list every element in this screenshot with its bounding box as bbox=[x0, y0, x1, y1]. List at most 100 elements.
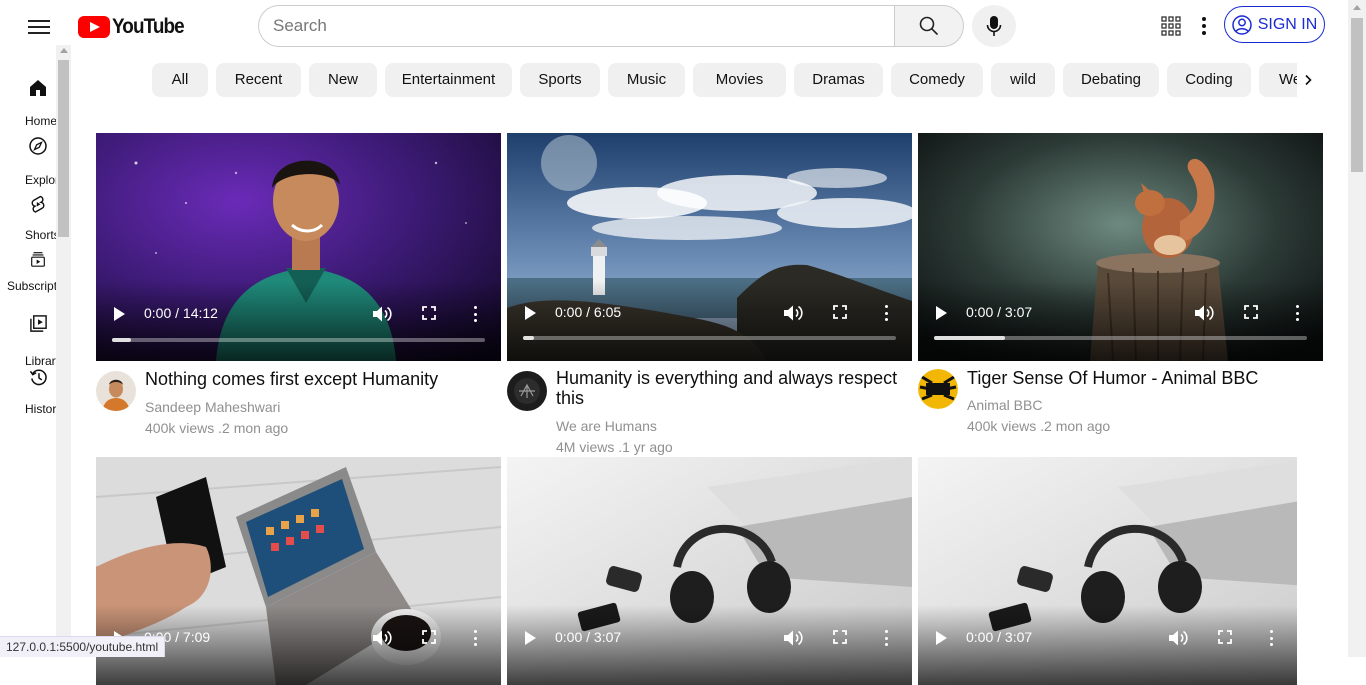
dot bbox=[885, 630, 888, 633]
play-icon[interactable] bbox=[525, 306, 536, 320]
status-bar-url: 127.0.0.1:5500/youtube.html bbox=[0, 636, 166, 657]
chip-sports[interactable]: Sports bbox=[520, 63, 600, 97]
hamburger-menu-button[interactable] bbox=[28, 16, 50, 36]
video-stats: 400k views .2 mon ago bbox=[145, 420, 289, 436]
video-time: 0:00 / 6:05 bbox=[555, 304, 622, 320]
play-icon[interactable] bbox=[114, 307, 125, 321]
fullscreen-icon[interactable] bbox=[1218, 630, 1232, 644]
volume-icon[interactable] bbox=[372, 629, 392, 647]
category-chips: All Recent New Entertainment Sports Music Movi… bbox=[152, 63, 1297, 97]
video-more-button[interactable] bbox=[885, 305, 889, 321]
video-more-button[interactable] bbox=[885, 630, 889, 646]
dot bbox=[885, 318, 888, 321]
chip-movies[interactable]: Movies bbox=[693, 63, 786, 97]
channel-name[interactable]: Animal BBC bbox=[967, 397, 1042, 413]
page-scrollbar[interactable] bbox=[1348, 0, 1366, 657]
apps-grid-button[interactable] bbox=[1160, 15, 1182, 37]
fullscreen-icon[interactable] bbox=[422, 630, 436, 644]
video-more-button[interactable] bbox=[1296, 305, 1300, 321]
dot bbox=[474, 319, 477, 322]
video-title[interactable]: Nothing comes first except Humanity bbox=[145, 369, 497, 389]
chip-recent[interactable]: Recent bbox=[216, 63, 301, 97]
fullscreen-icon[interactable] bbox=[422, 306, 436, 320]
sidebar: Home Explore Shorts Subscriptions Librar… bbox=[0, 52, 56, 657]
chip-dramas[interactable]: Dramas bbox=[794, 63, 883, 97]
chip-all[interactable]: All bbox=[152, 63, 208, 97]
dot bbox=[474, 643, 477, 646]
video-player[interactable]: 0:00 / 6:05 bbox=[507, 133, 912, 361]
volume-icon[interactable] bbox=[1168, 629, 1188, 647]
dot bbox=[1202, 17, 1206, 21]
sidebar-item-shorts[interactable]: Shorts bbox=[0, 194, 56, 246]
search-button[interactable] bbox=[894, 5, 964, 47]
progress-bar[interactable] bbox=[934, 336, 1307, 340]
play-icon[interactable] bbox=[525, 631, 536, 645]
chip-entertainment[interactable]: Entertainment bbox=[385, 63, 512, 97]
video-controls: 0:00 / 6:05 bbox=[507, 298, 912, 328]
video-player[interactable]: 0:00 / 3:07 bbox=[507, 457, 912, 685]
sidebar-item-explore[interactable]: Explore bbox=[0, 136, 56, 188]
chip-coding[interactable]: Coding bbox=[1167, 63, 1251, 97]
video-meta: Humanity is everything and always respec… bbox=[507, 361, 912, 457]
dot bbox=[474, 630, 477, 633]
sidebar-item-label: History bbox=[25, 402, 56, 416]
video-more-button[interactable] bbox=[474, 306, 478, 322]
volume-icon[interactable] bbox=[783, 304, 803, 322]
channel-avatar[interactable] bbox=[507, 371, 547, 411]
sidebar-item-library[interactable]: Library bbox=[0, 314, 56, 368]
video-more-button[interactable] bbox=[474, 630, 478, 646]
settings-more-button[interactable] bbox=[1196, 14, 1212, 38]
chevron-right-icon bbox=[1305, 74, 1312, 86]
chip-debating[interactable]: Debating bbox=[1063, 63, 1159, 97]
video-player[interactable]: 0:00 / 14:12 bbox=[96, 133, 501, 361]
video-title[interactable]: Tiger Sense Of Humor - Animal BBC bbox=[967, 368, 1319, 388]
youtube-logo[interactable]: YouTube bbox=[78, 14, 192, 40]
chip-wild[interactable]: wild bbox=[991, 63, 1055, 97]
page-scroll-thumb[interactable] bbox=[1351, 18, 1363, 172]
sidebar-scroll-thumb[interactable] bbox=[58, 60, 69, 237]
video-time: 0:00 / 3:07 bbox=[966, 304, 1033, 320]
chip-music[interactable]: Music bbox=[608, 63, 685, 97]
video-title[interactable]: Humanity is everything and always respec… bbox=[556, 368, 908, 408]
chip-comedy[interactable]: Comedy bbox=[891, 63, 983, 97]
voice-search-button[interactable] bbox=[972, 5, 1016, 47]
search-input[interactable] bbox=[258, 5, 894, 47]
sidebar-item-home[interactable]: Home bbox=[0, 78, 56, 130]
play-icon[interactable] bbox=[936, 631, 947, 645]
sign-in-label: SIGN IN bbox=[1257, 15, 1318, 33]
progress-bar[interactable] bbox=[523, 336, 896, 340]
channel-name[interactable]: Sandeep Maheshwari bbox=[145, 399, 280, 415]
channel-avatar[interactable] bbox=[96, 371, 136, 411]
fullscreen-icon[interactable] bbox=[833, 630, 847, 644]
sidebar-item-subscriptions[interactable]: Subscriptions bbox=[0, 248, 56, 298]
sidebar-scrollbar[interactable] bbox=[56, 45, 71, 657]
chips-next-button[interactable] bbox=[1296, 68, 1320, 92]
volume-icon[interactable] bbox=[1194, 304, 1214, 322]
fullscreen-icon[interactable] bbox=[1244, 305, 1258, 319]
sign-in-button[interactable]: SIGN IN bbox=[1224, 6, 1325, 43]
menu-line bbox=[28, 32, 50, 34]
scroll-up-arrow-icon[interactable] bbox=[60, 48, 68, 53]
video-time: 0:00 / 14:12 bbox=[144, 305, 218, 321]
scroll-up-arrow-icon[interactable] bbox=[1353, 5, 1361, 10]
volume-icon[interactable] bbox=[783, 629, 803, 647]
dot bbox=[1202, 31, 1206, 35]
play-icon[interactable] bbox=[936, 306, 947, 320]
channel-avatar[interactable] bbox=[918, 369, 958, 409]
shorts-icon bbox=[31, 195, 45, 213]
video-more-button[interactable] bbox=[1270, 630, 1274, 646]
dot bbox=[1270, 643, 1273, 646]
video-player[interactable]: 0:00 / 3:07 bbox=[918, 133, 1323, 361]
video-player[interactable]: 0:00 / 3:07 bbox=[918, 457, 1323, 685]
progress-bar[interactable] bbox=[112, 338, 485, 342]
channel-name[interactable]: We are Humans bbox=[556, 418, 657, 434]
sidebar-item-history[interactable]: History bbox=[0, 368, 56, 420]
account-icon bbox=[1231, 14, 1252, 35]
fullscreen-icon[interactable] bbox=[833, 305, 847, 319]
chip-web[interactable]: Web bbox=[1259, 63, 1297, 97]
video-stats: 4M views .1 yr ago bbox=[556, 439, 673, 455]
volume-icon[interactable] bbox=[372, 305, 392, 323]
youtube-play-icon bbox=[78, 16, 110, 38]
chip-new[interactable]: New bbox=[309, 63, 377, 97]
apps-grid-icon bbox=[1161, 16, 1181, 36]
